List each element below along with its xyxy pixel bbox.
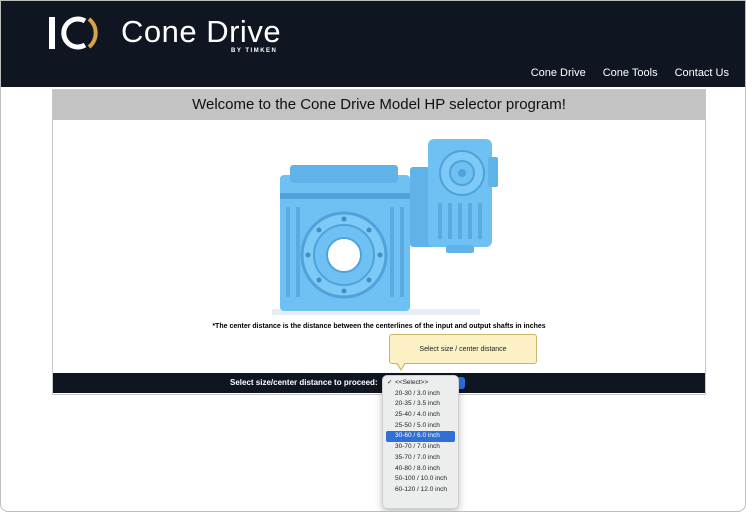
select-tooltip: Select size / center distance xyxy=(389,334,537,364)
dropdown-option[interactable]: 20-30 / 3.0 inch xyxy=(386,389,455,400)
selector-panel: Welcome to the Cone Drive Model HP selec… xyxy=(52,89,706,395)
cone-drive-logo[interactable] xyxy=(45,11,105,55)
dropdown-option-highlighted[interactable]: 30-60 / 6.0 inch xyxy=(386,431,455,443)
site-header: Cone Drive BY TIMKEN Cone Drive Cone Too… xyxy=(1,1,745,87)
main-nav: Cone Drive Cone Tools Contact Us xyxy=(531,67,729,79)
nav-contact-us[interactable]: Contact Us xyxy=(675,67,729,79)
dropdown-option[interactable]: 30-70 / 7.0 inch xyxy=(386,442,455,453)
brand-sub: BY TIMKEN xyxy=(231,48,278,54)
browser-window: Cone Drive BY TIMKEN Cone Drive Cone Too… xyxy=(0,0,746,512)
brand-name: Cone Drive xyxy=(121,14,282,49)
dropdown-option[interactable]: 40-80 / 8.0 inch xyxy=(386,464,455,475)
page-title: Welcome to the Cone Drive Model HP selec… xyxy=(53,90,705,120)
dropdown-option[interactable]: 50-100 / 10.0 inch xyxy=(386,474,455,485)
nav-cone-drive[interactable]: Cone Drive xyxy=(531,67,586,79)
nav-cone-tools[interactable]: Cone Tools xyxy=(603,67,658,79)
logo-mark-icon xyxy=(49,16,98,50)
dropdown-option[interactable]: 20-35 / 3.5 inch xyxy=(386,399,455,410)
tooltip-arrow-fill xyxy=(397,362,405,369)
dropdown-option[interactable]: 35-70 / 7.0 inch xyxy=(386,453,455,464)
select-bar: Select size/center distance to proceed: xyxy=(53,373,705,393)
select-label: Select size/center distance to proceed: xyxy=(230,378,378,387)
dropdown-option[interactable]: 25-40 / 4.0 inch xyxy=(386,410,455,421)
size-dropdown-menu[interactable]: ✓ <<Select>> 20-30 / 3.0 inch 20-35 / 3.… xyxy=(382,375,459,509)
gearbox-image xyxy=(272,139,498,315)
dropdown-option[interactable]: 60-120 / 12.0 inch xyxy=(386,485,455,496)
dropdown-option[interactable]: ✓ <<Select>> xyxy=(386,378,455,389)
option-label: <<Select>> xyxy=(395,379,429,386)
checkmark-icon: ✓ xyxy=(387,379,393,386)
center-distance-caption: *The center distance is the distance bet… xyxy=(212,323,546,330)
dropdown-option[interactable]: 25-50 / 5.0 inch xyxy=(386,421,455,432)
